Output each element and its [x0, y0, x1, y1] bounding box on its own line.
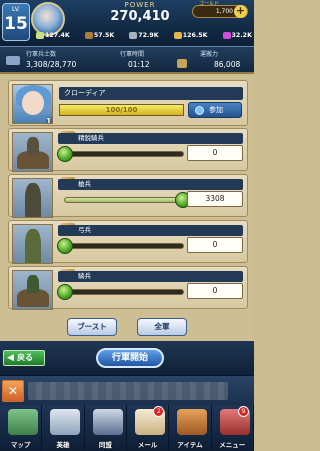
back-label: 戻る	[17, 353, 33, 362]
rider-silhouette	[27, 275, 39, 293]
nav-label: 英雄	[56, 441, 70, 449]
unit-slider[interactable]	[64, 192, 191, 208]
join-icon	[195, 106, 204, 115]
nav-label: アイテム	[177, 441, 203, 449]
nav-map[interactable]: マップ	[0, 405, 43, 451]
commander-portrait[interactable]: 15	[12, 84, 53, 124]
resource-bar: 127.4K 57.5K 72.9K 126.5K 32.2K	[36, 29, 252, 42]
nav-label: 同盟	[98, 441, 112, 449]
bottom-navigation: マップ 英雄 同盟 2 メール アイテム 9 メニュー	[0, 405, 254, 451]
unit-count-input[interactable]: 0	[187, 283, 243, 299]
unit-name: 精鋭騎兵	[58, 133, 243, 144]
commander-stamina-text: 100/100	[105, 106, 138, 114]
slider-knob[interactable]	[57, 238, 73, 254]
archers-portrait	[12, 224, 53, 264]
action-bar: ◀ 戻る 行軍開始	[0, 341, 254, 375]
elite-cavalry-portrait	[12, 132, 53, 172]
hero-face	[22, 91, 44, 115]
join-label: 参加	[209, 106, 223, 114]
resource-iron[interactable]: 126.5K	[173, 32, 208, 39]
nav-mail[interactable]: 2 メール	[127, 405, 170, 451]
nav-alliance[interactable]: 同盟	[85, 405, 127, 451]
nav-items[interactable]: アイテム	[169, 405, 212, 451]
spearmen-portrait	[12, 178, 53, 218]
top-header: LV. 15 POWER 270,410 ゴールド 1,700 + 127.4K…	[0, 0, 254, 47]
capacity-value: 86,008	[214, 60, 241, 69]
unit-count-input[interactable]: 3308	[187, 191, 243, 207]
archer-silhouette	[25, 229, 41, 263]
resource-gem[interactable]: 32.2K	[222, 32, 252, 39]
cavalry-portrait	[12, 270, 53, 310]
all-troops-button[interactable]: 全軍	[137, 318, 187, 336]
spearman-silhouette	[25, 183, 41, 217]
resource-stone[interactable]: 72.9K	[129, 32, 159, 39]
rider-silhouette	[27, 137, 39, 155]
unit-name: 槍兵	[58, 179, 243, 190]
march-time-label: 行軍時間	[120, 51, 145, 58]
troops-value: 3,308/28,770	[26, 60, 77, 69]
resource-wood[interactable]: 57.5K	[84, 32, 114, 39]
map-icon	[8, 409, 38, 435]
join-button[interactable]: 参加	[188, 102, 242, 118]
gem-icon	[222, 32, 231, 39]
slider-knob[interactable]	[57, 146, 73, 162]
wood-icon	[84, 32, 93, 39]
nav-label: マップ	[10, 441, 31, 449]
back-button[interactable]: ◀ 戻る	[3, 350, 45, 366]
alliance-flag-icon	[92, 409, 123, 435]
unit-slider[interactable]	[57, 146, 184, 162]
commander-card: 15 クローディア 100/100 参加	[8, 80, 248, 126]
unit-slider[interactable]	[57, 238, 184, 254]
capacity-label: 運搬力	[200, 51, 219, 58]
alliance-chat-icon[interactable]: ✕	[2, 380, 24, 402]
food-icon	[36, 32, 44, 39]
message-text-blurred[interactable]	[28, 382, 228, 400]
nav-label: メニュー	[219, 441, 246, 449]
unit-row-archers: 弓兵 0	[8, 220, 248, 264]
gold-label: ゴールド	[199, 1, 220, 7]
slider-fill	[65, 198, 183, 202]
back-arrow-icon: ◀	[7, 353, 14, 363]
resource-food[interactable]: 127.4K	[36, 32, 70, 39]
start-march-button[interactable]: 行軍開始	[96, 348, 164, 368]
power-value: 270,410	[110, 9, 170, 24]
unit-name: 弓兵	[58, 225, 243, 236]
troop-selection-panel: 15 クローディア 100/100 参加 精鋭騎兵 0 槍兵	[0, 76, 254, 341]
troops-icon	[6, 56, 20, 65]
unit-slider[interactable]	[57, 284, 184, 300]
slider-knob[interactable]	[57, 284, 73, 300]
unit-row-elite-cavalry: 精鋭騎兵 0	[8, 128, 248, 172]
power-label: POWER	[124, 1, 156, 9]
menu-badge: 9	[237, 406, 249, 417]
level-value: 15	[4, 14, 28, 34]
nav-label: メール	[137, 441, 158, 449]
add-gold-button[interactable]: +	[234, 5, 247, 18]
item-bag-icon	[177, 409, 208, 435]
nav-menu[interactable]: 9 メニュー	[212, 405, 254, 451]
gold-counter: ゴールド 1,700 +	[192, 1, 248, 18]
level-label: LV.	[12, 6, 20, 13]
gold-value: 1,700	[215, 8, 233, 15]
level-badge: LV. 15	[2, 3, 30, 41]
unit-count-input[interactable]: 0	[187, 237, 243, 253]
commander-level: 15	[46, 117, 52, 124]
unit-row-spearmen: 槍兵 3308	[8, 174, 248, 218]
iron-icon	[173, 32, 182, 39]
stone-icon	[129, 32, 138, 39]
capacity-icon	[177, 59, 187, 68]
commander-stamina-bar: 100/100	[59, 104, 184, 116]
unit-name: 騎兵	[58, 271, 243, 282]
troops-label: 行軍兵士数	[26, 51, 57, 58]
boost-button[interactable]: ブースト	[67, 318, 117, 336]
message-ticker: ✕	[0, 375, 254, 405]
helmet-icon	[50, 409, 81, 435]
commander-name: クローディア	[59, 87, 243, 100]
unit-row-cavalry: 騎兵 0	[8, 266, 248, 310]
nav-heroes[interactable]: 英雄	[42, 405, 85, 451]
march-time-value: 01:12	[128, 60, 150, 69]
unit-count-input[interactable]: 0	[187, 145, 243, 161]
march-info-bar: 行軍兵士数 3,308/28,770 行軍時間 01:12 運搬力 86,008	[0, 47, 254, 74]
